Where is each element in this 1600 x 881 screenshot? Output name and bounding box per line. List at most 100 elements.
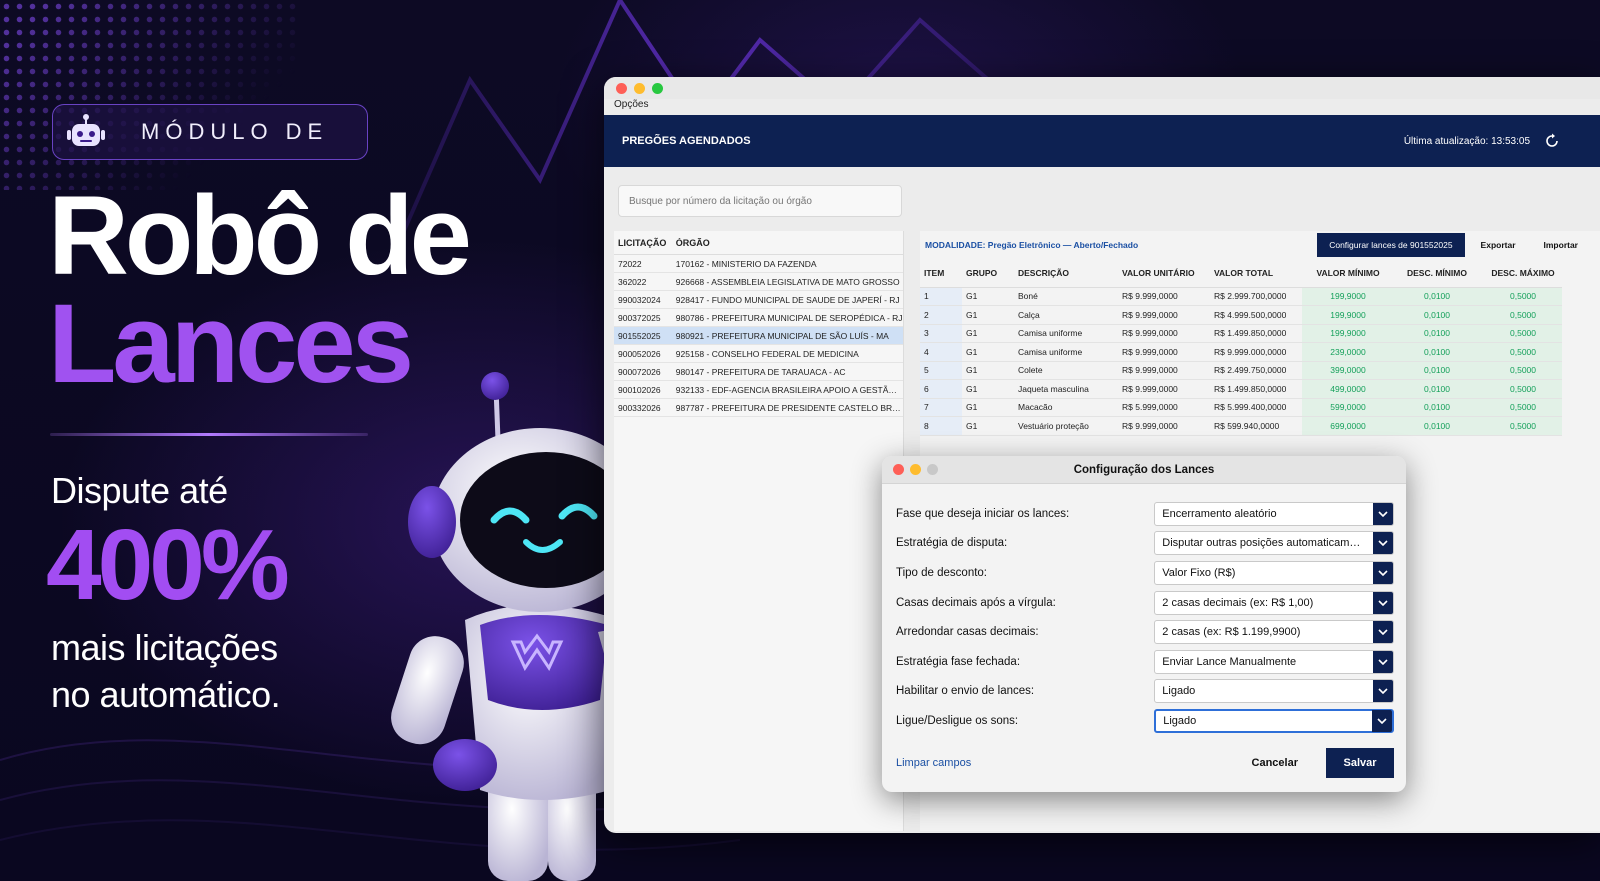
item-cell: R$ 2.999.700,0000 bbox=[1210, 287, 1302, 306]
item-cell: 1 bbox=[920, 287, 962, 306]
item-cell: R$ 5.999.400,0000 bbox=[1210, 398, 1302, 417]
config-field-select[interactable]: 2 casas decimais (ex: R$ 1,00) bbox=[1154, 590, 1394, 615]
config-field-value: Enviar Lance Manualmente bbox=[1162, 655, 1297, 668]
search-input[interactable] bbox=[618, 185, 902, 217]
config-field-select[interactable]: Encerramento aleatório bbox=[1154, 501, 1394, 526]
orgao-name: 926668 - ASSEMBLEIA LEGISLATIVA DE MATO … bbox=[675, 276, 900, 287]
item-cell: 0,5000 bbox=[1480, 324, 1562, 343]
licitacao-row[interactable]: 900072026 980147 - PREFEITURA DE TARAUACA… bbox=[614, 363, 903, 381]
export-button[interactable]: Exportar bbox=[1469, 233, 1528, 257]
item-row[interactable]: 8 G1 Vestuário proteção R$ 9.999,0000 R$ 599… bbox=[920, 416, 1562, 436]
item-cell: 0,0100 bbox=[1390, 379, 1480, 399]
licitacao-row[interactable]: 362022 926668 - ASSEMBLEIA LEGISLATIVA DE… bbox=[614, 273, 903, 291]
config-field-row: Fase que deseja iniciar os lances: Encerr… bbox=[896, 499, 1394, 529]
licitacao-row[interactable]: 990032024 928417 - FUNDO MUNICIPAL DE SAU… bbox=[614, 291, 903, 309]
items-col-header: GRUPO bbox=[962, 259, 1014, 288]
clear-fields-link[interactable]: Limpar campos bbox=[896, 757, 971, 769]
save-button[interactable]: Salvar bbox=[1326, 748, 1394, 778]
item-cell: 3 bbox=[920, 324, 962, 343]
chevron-down-icon[interactable] bbox=[1372, 709, 1392, 732]
licitacao-row[interactable]: 900332026 987787 - PREFEITURA DE PRESIDEN… bbox=[614, 399, 903, 417]
chevron-down-icon[interactable] bbox=[1373, 561, 1393, 584]
item-cell: 0,0100 bbox=[1390, 416, 1480, 436]
item-row[interactable]: 1 G1 Boné R$ 9.999,0000 R$ 2.999.700,0000 199… bbox=[920, 287, 1562, 306]
item-cell: 0,5000 bbox=[1480, 361, 1562, 380]
config-field-select[interactable]: Enviar Lance Manualmente bbox=[1154, 649, 1394, 674]
modalidade-label: MODALIDADE: Pregão Eletrônico — Aberto/F… bbox=[925, 240, 1139, 250]
item-cell: Vestuário proteção bbox=[1014, 416, 1118, 436]
item-cell: 7 bbox=[920, 398, 962, 417]
item-cell: 0,5000 bbox=[1480, 342, 1562, 362]
chevron-down-icon[interactable] bbox=[1373, 621, 1393, 644]
config-field-select[interactable]: 2 casas (ex: R$ 1.199,9900) bbox=[1154, 620, 1394, 645]
item-row[interactable]: 3 G1 Camisa uniforme R$ 9.999,0000 R$ 1.499.… bbox=[920, 324, 1562, 343]
import-button[interactable]: Importar bbox=[1532, 233, 1590, 257]
divider bbox=[50, 433, 368, 436]
headline-line1: Robô de bbox=[48, 173, 472, 298]
items-col-header: VALOR TOTAL bbox=[1210, 259, 1302, 288]
robot-icon bbox=[53, 106, 119, 158]
orgao-name: 925158 - CONSELHO FEDERAL DE MEDICINA bbox=[675, 348, 859, 359]
item-cell: 199,9000 bbox=[1302, 305, 1390, 325]
item-cell: R$ 4.999.500,0000 bbox=[1210, 305, 1302, 325]
config-field-value: Encerramento aleatório bbox=[1162, 507, 1277, 520]
item-cell: 0,5000 bbox=[1480, 305, 1562, 325]
config-field-label: Arredondar casas decimais: bbox=[896, 626, 1039, 639]
col-licitacao: LICITAÇÃO bbox=[618, 237, 667, 248]
items-col-header: DESC. MÍNIMO bbox=[1390, 259, 1480, 288]
config-field-select[interactable]: Disputar outras posições automaticament.… bbox=[1154, 531, 1394, 556]
config-dialog: Configuração dos Lances Fase que deseja … bbox=[882, 456, 1406, 792]
item-cell: 699,0000 bbox=[1302, 416, 1390, 436]
licitacao-number: 900332026 bbox=[618, 402, 661, 413]
licitacao-number: 900052026 bbox=[618, 348, 661, 359]
item-cell: R$ 9.999,0000 bbox=[1118, 324, 1210, 343]
config-field-select[interactable]: Valor Fixo (R$) bbox=[1154, 560, 1394, 585]
maximize-window-icon[interactable] bbox=[652, 82, 663, 94]
licitacao-row[interactable]: 72022 170162 - MINISTERIO DA FAZENDA bbox=[614, 255, 903, 273]
licitacoes-list: LICITAÇÃO ÓRGÃO 72022 170162 - MINISTERIO… bbox=[614, 231, 904, 831]
item-cell: G1 bbox=[962, 416, 1014, 436]
item-cell: 2 bbox=[920, 305, 962, 325]
item-cell: G1 bbox=[962, 305, 1014, 325]
minimize-window-icon[interactable] bbox=[634, 82, 645, 94]
menu-options[interactable]: Opções bbox=[604, 99, 1600, 115]
item-cell: Jaqueta masculina bbox=[1014, 379, 1118, 399]
chevron-down-icon[interactable] bbox=[1373, 650, 1393, 673]
config-field-label: Habilitar o envio de lances: bbox=[896, 685, 1035, 698]
config-field-row: Ligue/Desligue os sons: Ligado bbox=[896, 706, 1394, 736]
chevron-down-icon[interactable] bbox=[1373, 591, 1393, 614]
big-percentage: 400% bbox=[46, 509, 290, 621]
licitacao-row[interactable]: 900372025 980786 - PREFEITURA MUNICIPAL D… bbox=[614, 309, 903, 327]
item-cell: R$ 1.499.850,0000 bbox=[1210, 379, 1302, 399]
item-cell: G1 bbox=[962, 287, 1014, 306]
config-field-select[interactable]: Ligado bbox=[1154, 679, 1394, 704]
chevron-down-icon[interactable] bbox=[1373, 532, 1393, 555]
refresh-icon[interactable] bbox=[1544, 133, 1560, 149]
subtitle-line1: Dispute até bbox=[51, 470, 228, 511]
config-field-value: Ligado bbox=[1163, 714, 1197, 727]
item-cell: 0,0100 bbox=[1390, 342, 1480, 362]
item-row[interactable]: 5 G1 Colete R$ 9.999,0000 R$ 2.499.750,0000 3… bbox=[920, 361, 1562, 380]
item-cell: R$ 9.999.000,0000 bbox=[1210, 342, 1302, 362]
licitacao-row[interactable]: 900102026 932133 - EDF-AGENCIA BRASILEIRA… bbox=[614, 381, 903, 399]
cancel-button[interactable]: Cancelar bbox=[1240, 757, 1310, 769]
item-cell: Calça bbox=[1014, 305, 1118, 325]
licitacao-number: 900102026 bbox=[618, 384, 661, 395]
item-row[interactable]: 6 G1 Jaqueta masculina R$ 9.999,0000 R$ 1.49… bbox=[920, 379, 1562, 399]
licitacao-row[interactable]: 901552025 980921 - PREFEITURA MUNICIPAL D… bbox=[614, 327, 903, 345]
chevron-down-icon[interactable] bbox=[1373, 502, 1393, 525]
item-row[interactable]: 4 G1 Camisa uniforme R$ 9.999,0000 R$ 9.999.… bbox=[920, 342, 1562, 362]
last-update-text: Última atualização: 13:53:05 bbox=[1403, 135, 1530, 147]
items-col-header: VALOR UNITÁRIO bbox=[1118, 259, 1210, 288]
licitacao-row[interactable]: 900052026 925158 - CONSELHO FEDERAL DE ME… bbox=[614, 345, 903, 363]
configure-bids-button[interactable]: Configurar lances de 901552025 bbox=[1317, 233, 1465, 257]
item-cell: G1 bbox=[962, 342, 1014, 362]
config-field-row: Habilitar o envio de lances: Ligado bbox=[896, 677, 1394, 707]
config-field-select[interactable]: Ligado bbox=[1154, 708, 1394, 733]
chevron-down-icon[interactable] bbox=[1373, 680, 1393, 703]
close-window-icon[interactable] bbox=[616, 82, 627, 94]
item-cell: 0,5000 bbox=[1480, 287, 1562, 306]
item-row[interactable]: 2 G1 Calça R$ 9.999,0000 R$ 4.999.500,0000 19… bbox=[920, 305, 1562, 325]
config-field-value: 2 casas decimais (ex: R$ 1,00) bbox=[1162, 596, 1314, 609]
item-row[interactable]: 7 G1 Macacão R$ 5.999,0000 R$ 5.999.400,0000… bbox=[920, 398, 1562, 417]
